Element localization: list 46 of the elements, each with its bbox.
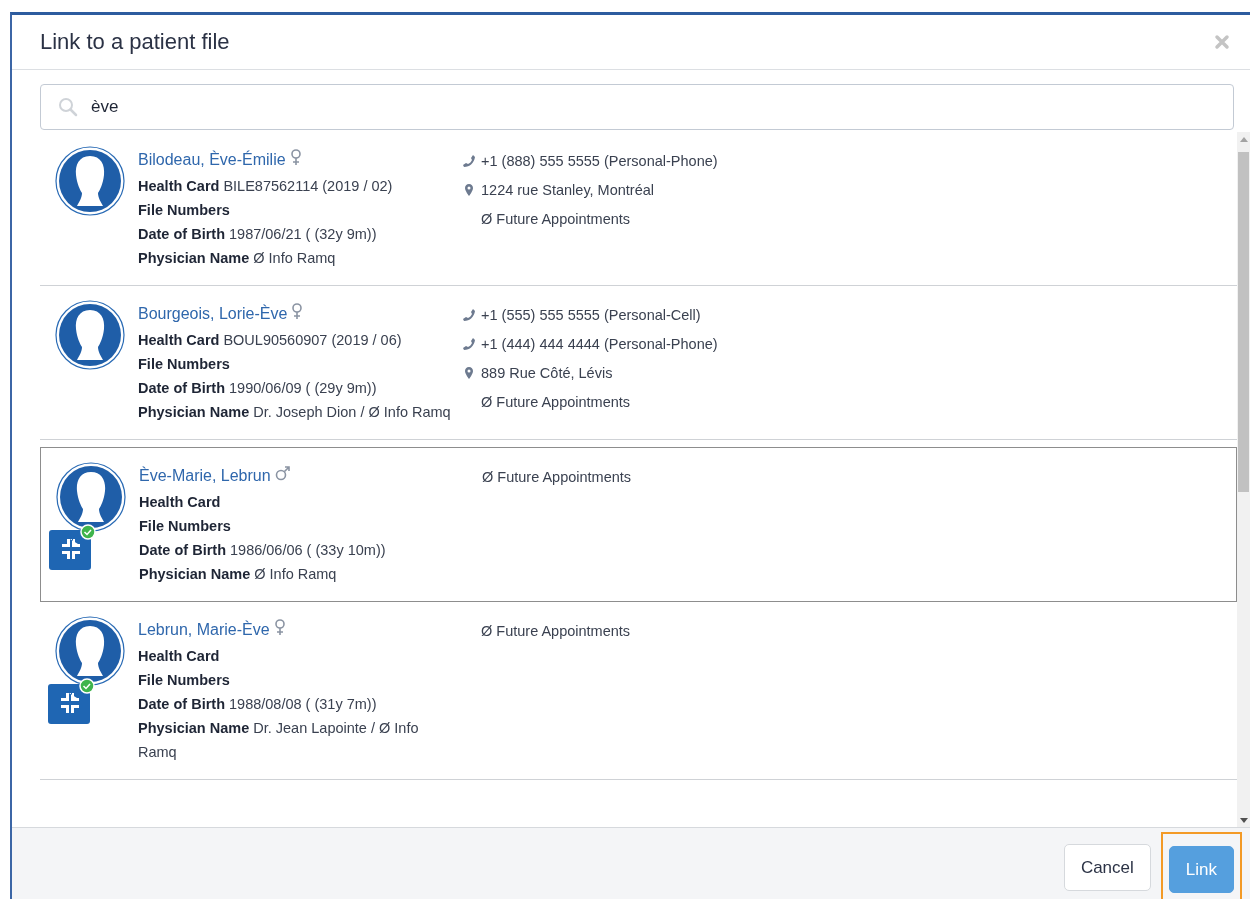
search-field[interactable]: ève	[40, 84, 1234, 130]
contact-text: 889 Rue Côté, Lévis	[481, 364, 613, 381]
detail-text: Health Card	[138, 647, 221, 666]
detail-text: Date of Birth 1987/06/21 ( (32y 9m))	[138, 225, 378, 244]
patient-name-link[interactable]: Bilodeau, Ève-Émilie	[138, 146, 286, 174]
phone-icon	[462, 153, 476, 168]
detail-text: Physician Name Ø Info Ramq	[138, 249, 337, 268]
patient-row[interactable]: Lebrun, Marie-Ève Health Card File Numbers Date of Birth 1988/08/08 ( (31y 7m)) Physician Name Dr. Jean Lapointe / Ø Info Ramq Ø Future Appointments	[40, 602, 1237, 780]
dialog-title: Link to a patient file	[40, 29, 230, 55]
contact-text: Ø Future Appointments	[481, 393, 631, 410]
detail-text: Physician Name Dr. Joseph Dion / Ø Info Ramq	[138, 403, 452, 422]
map-pin-icon	[462, 365, 476, 380]
detail-text: File Numbers	[138, 355, 231, 374]
detail-text: Health Card BILE87562114 (2019 / 02)	[138, 177, 394, 196]
detail-text: Date of Birth 1986/06/06 ( (33y 10m))	[139, 541, 387, 560]
avatar-icon	[55, 616, 125, 686]
contact-text: Ø Future Appointments	[482, 468, 632, 485]
detail-text: Physician Name Ø Info Ramq	[139, 565, 338, 584]
contact-text: +1 (888) 555 5555 (Personal-Phone)	[481, 152, 718, 169]
patient-name-link[interactable]: Bourgeois, Lorie-Ève	[138, 300, 288, 328]
detail-text: Health Card	[139, 493, 222, 512]
avatar-icon	[56, 462, 126, 532]
phone-icon	[462, 336, 476, 351]
detail-text: File Numbers	[138, 201, 231, 220]
detail-text: File Numbers	[139, 517, 232, 536]
search-icon	[58, 97, 78, 117]
contact-text: Ø Future Appointments	[481, 210, 631, 227]
avatar-icon	[55, 146, 125, 216]
phone-icon	[462, 307, 476, 322]
patient-name-link[interactable]: Lebrun, Marie-Ève	[138, 616, 270, 644]
contact-text: 1224 rue Stanley, Montréal	[481, 181, 655, 198]
map-pin-icon	[462, 182, 476, 197]
detail-text: Date of Birth 1990/06/09 ( (29y 9m))	[138, 379, 378, 398]
detail-text: Physician Name Dr. Jean Lapointe / Ø Info Ramq	[138, 719, 420, 762]
contact-text: +1 (555) 555 5555 (Personal-Cell)	[481, 306, 701, 323]
avatar-icon	[55, 300, 125, 370]
detail-text: Health Card BOUL90560907 (2019 / 06)	[138, 331, 403, 350]
patient-name-link[interactable]: Ève-Marie, Lebrun	[139, 462, 271, 490]
patient-row[interactable]: Ève-Marie, Lebrun Health Card File Numbers Date of Birth 1986/06/06 ( (33y 10m)) Physician Name Ø Info Ramq Ø Future Appointments	[40, 447, 1237, 602]
scrollbar[interactable]	[1237, 132, 1250, 827]
cancel-button[interactable]: Cancel	[1063, 844, 1151, 891]
contact-text: Ø Future Appointments	[481, 622, 631, 639]
detail-text: File Numbers	[138, 671, 231, 690]
detail-text: Date of Birth 1988/08/08 ( (31y 7m))	[138, 695, 378, 714]
close-icon	[1214, 34, 1230, 50]
contact-text: +1 (444) 444 4444 (Personal-Phone)	[481, 335, 718, 352]
